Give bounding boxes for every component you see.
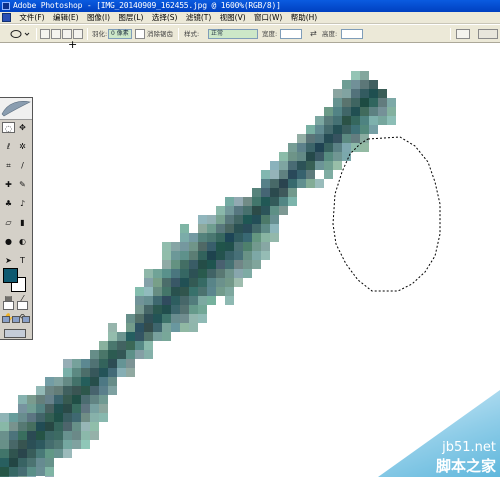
foreground-color-swatch[interactable] bbox=[3, 268, 18, 283]
ellipse-marquee-icon bbox=[10, 30, 30, 38]
file-browser-icon[interactable] bbox=[456, 29, 470, 39]
menu-window[interactable]: 窗口(W) bbox=[251, 12, 285, 23]
magic-wand-icon[interactable]: ✲ bbox=[16, 141, 29, 152]
style-label: 样式: bbox=[184, 30, 200, 38]
color-swatches bbox=[3, 268, 29, 294]
antialias-checkbox[interactable] bbox=[135, 29, 145, 39]
new-selection-icon[interactable] bbox=[40, 29, 50, 39]
menu-layer[interactable]: 图层(L) bbox=[115, 12, 146, 23]
menu-select[interactable]: 选择(S) bbox=[149, 12, 181, 23]
standard-mode-icon[interactable] bbox=[3, 301, 14, 310]
title-bar: Adobe Photoshop - [IMG_20140909_162455.j… bbox=[0, 0, 500, 12]
full-screen-icon[interactable] bbox=[22, 316, 30, 323]
tool-preset-picker[interactable] bbox=[8, 29, 32, 39]
document-control-icon[interactable] bbox=[2, 13, 11, 22]
history-brush-icon[interactable]: ♪ bbox=[16, 198, 29, 209]
adobe-feather-logo-icon bbox=[1, 101, 31, 117]
document-canvas[interactable] bbox=[0, 44, 500, 477]
height-input[interactable] bbox=[341, 29, 363, 39]
lasso-icon[interactable]: ℓ bbox=[2, 141, 15, 152]
antialias-label: 消除锯齿 bbox=[147, 30, 173, 38]
feather-input[interactable]: 0 像素 bbox=[108, 29, 132, 39]
menu-view[interactable]: 视图(V) bbox=[217, 12, 249, 23]
quick-mask-mode-icon[interactable] bbox=[17, 301, 28, 310]
menu-edit[interactable]: 编辑(E) bbox=[50, 12, 82, 23]
dodge-icon[interactable]: ◐ bbox=[16, 236, 29, 247]
elliptical-selection-marquee bbox=[332, 136, 441, 292]
palette-well-icon[interactable] bbox=[478, 29, 498, 39]
toolbox-header[interactable] bbox=[0, 98, 32, 120]
eraser-icon[interactable]: ▱ bbox=[2, 217, 15, 228]
slice-icon[interactable]: / bbox=[16, 160, 29, 171]
feather-label: 羽化: bbox=[92, 30, 108, 38]
width-input[interactable] bbox=[280, 29, 302, 39]
path-selection-icon[interactable]: ➤ bbox=[2, 255, 15, 266]
height-label: 高度: bbox=[322, 30, 338, 38]
separator bbox=[450, 28, 451, 40]
standard-screen-icon[interactable] bbox=[2, 316, 10, 323]
brush-icon[interactable]: ✎ bbox=[16, 179, 29, 190]
watermark-brand: 脚本之家 bbox=[435, 457, 496, 475]
watermark-site: jb51.net bbox=[442, 440, 496, 455]
toolbox-panel: ◌✥ ℓ✲ ⌗/ ✚✎ ♣♪ ▱▮ ●◐ ➤T ✒□ ▤⁄ ✋⚲ bbox=[0, 97, 33, 340]
full-screen-menu-icon[interactable] bbox=[12, 316, 20, 323]
type-icon[interactable]: T bbox=[16, 255, 29, 266]
menu-filter[interactable]: 滤镜(T) bbox=[183, 12, 214, 23]
crop-icon[interactable]: ⌗ bbox=[2, 160, 15, 171]
marquee-icon[interactable]: ◌ bbox=[2, 122, 15, 133]
healing-brush-icon[interactable]: ✚ bbox=[2, 179, 15, 190]
tool-grid: ◌✥ ℓ✲ ⌗/ ✚✎ ♣♪ ▱▮ ●◐ ➤T ✒□ ▤⁄ ✋⚲ bbox=[2, 122, 31, 331]
swap-dimensions-icon[interactable]: ⇄ bbox=[310, 29, 317, 39]
menu-image[interactable]: 图像(I) bbox=[84, 12, 113, 23]
separator bbox=[36, 28, 37, 40]
menu-bar: 文件(F) 编辑(E) 图像(I) 图层(L) 选择(S) 滤镜(T) 视图(V… bbox=[0, 12, 500, 24]
width-label: 宽度: bbox=[262, 30, 278, 38]
menu-file[interactable]: 文件(F) bbox=[16, 12, 47, 23]
gradient-icon[interactable]: ▮ bbox=[16, 217, 29, 228]
add-to-selection-icon[interactable] bbox=[51, 29, 61, 39]
menu-help[interactable]: 帮助(H) bbox=[288, 12, 321, 23]
style-select[interactable]: 正常 bbox=[208, 29, 258, 39]
clone-stamp-icon[interactable]: ♣ bbox=[2, 198, 15, 209]
blur-icon[interactable]: ● bbox=[2, 236, 15, 247]
separator bbox=[87, 28, 88, 40]
window-title: Adobe Photoshop - [IMG_20140909_162455.j… bbox=[13, 1, 281, 10]
separator bbox=[178, 28, 179, 40]
jump-to-imageready-icon[interactable] bbox=[4, 329, 26, 338]
photoshop-app-icon bbox=[2, 2, 10, 10]
move-icon[interactable]: ✥ bbox=[16, 122, 29, 133]
